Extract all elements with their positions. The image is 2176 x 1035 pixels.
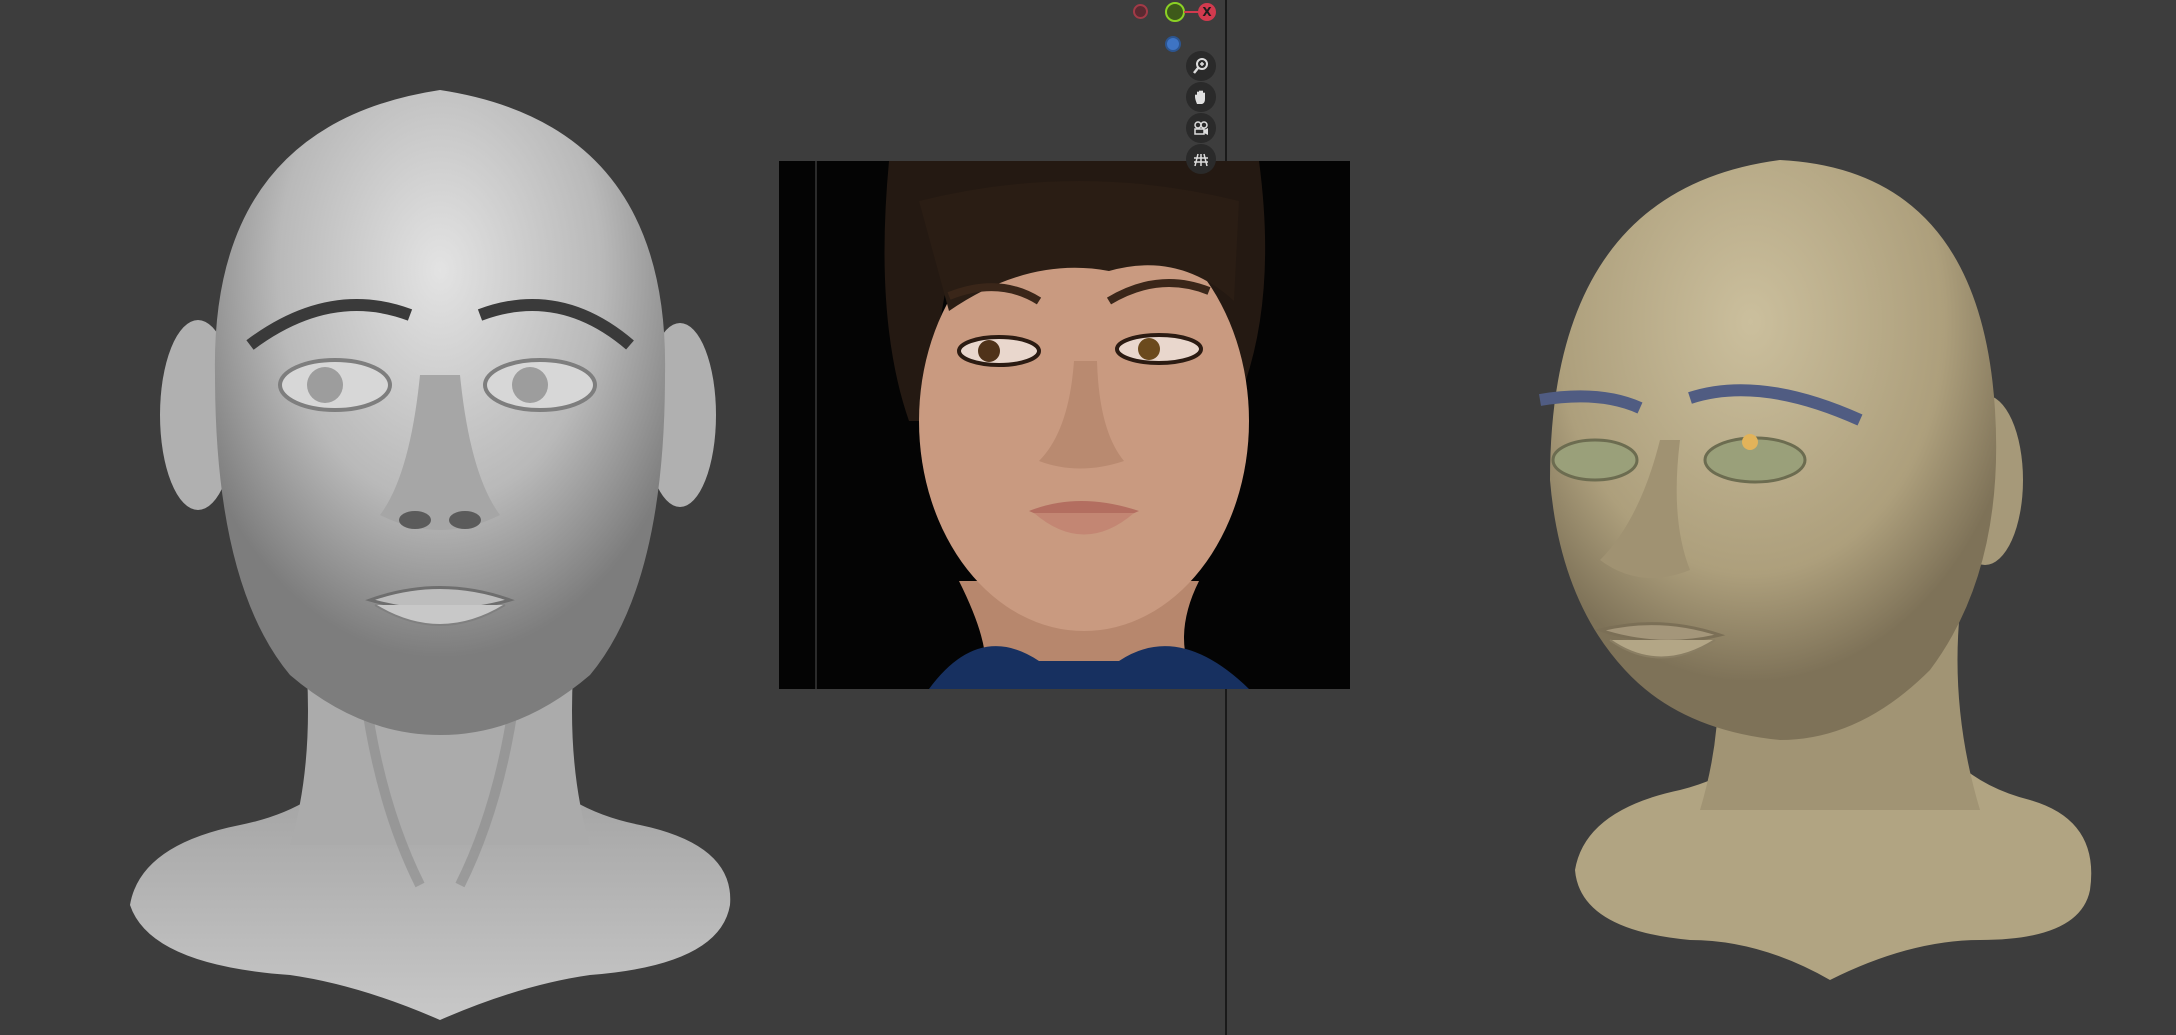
hand-pan-icon [1195, 90, 1205, 104]
gizmo-negative-x-axis[interactable] [1133, 4, 1148, 19]
gizmo-z-axis[interactable] [1165, 2, 1185, 22]
gizmo-x-axis[interactable]: X [1198, 3, 1216, 21]
camera-button[interactable] [1186, 113, 1216, 143]
clay-head-model-left[interactable] [120, 45, 740, 1025]
reference-portrait [779, 161, 1350, 689]
tan-head-render [1539, 160, 2092, 980]
camera-icon [1194, 121, 1208, 135]
gizmo-y-axis[interactable] [1165, 36, 1181, 52]
clay-head-render [130, 90, 731, 1020]
grid-icon [1194, 153, 1208, 167]
zoom-icon [1193, 58, 1208, 74]
pan-button[interactable] [1186, 82, 1216, 112]
clay-head-model-right[interactable] [1530, 150, 2100, 1000]
reference-photo[interactable] [779, 161, 1350, 689]
zoom-button[interactable] [1186, 51, 1216, 81]
grid-button[interactable] [1186, 144, 1216, 174]
